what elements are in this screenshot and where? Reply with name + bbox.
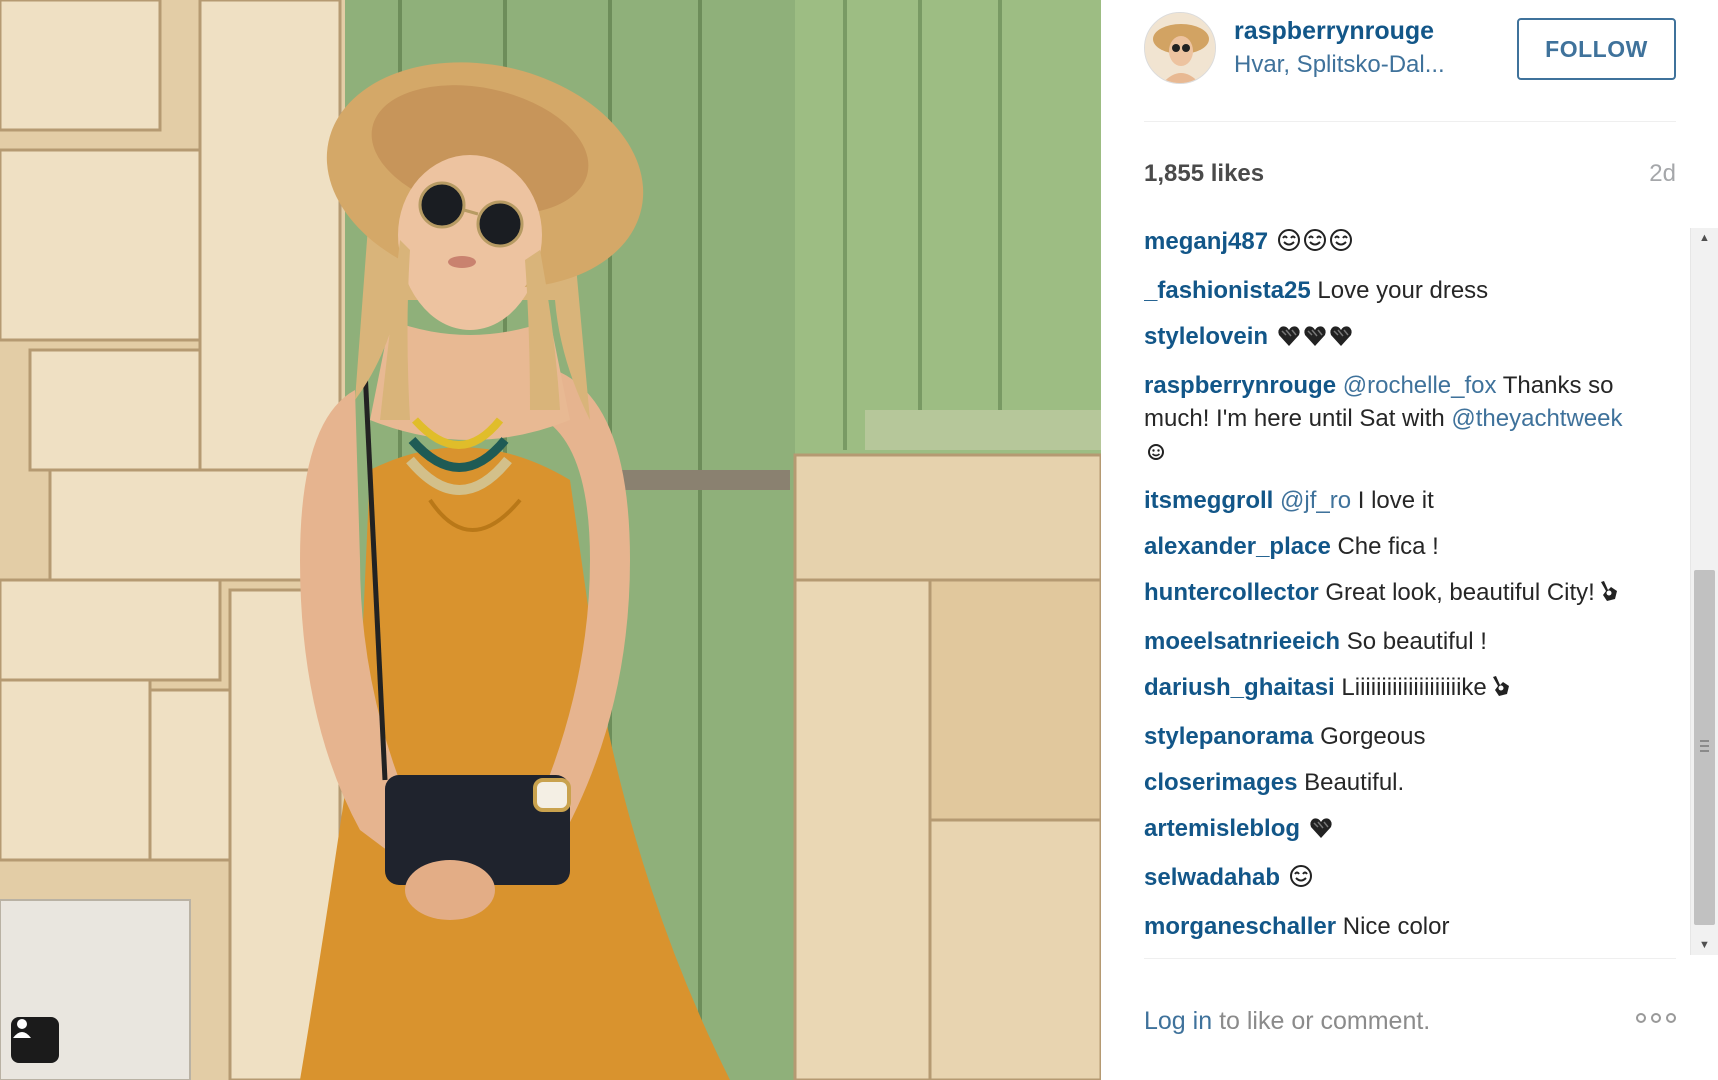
user-tag-button[interactable] bbox=[11, 1017, 59, 1063]
comment-item: _fashionista25 Love your dress bbox=[1144, 274, 1644, 307]
comments-scrollbar[interactable]: ▲ ▼ bbox=[1690, 228, 1718, 955]
comment-username[interactable]: dariush_ghaitasi bbox=[1144, 674, 1335, 701]
ok-hand-emoji bbox=[1597, 579, 1619, 612]
dot bbox=[1636, 1013, 1646, 1023]
dot bbox=[1666, 1013, 1676, 1023]
comment-username[interactable]: alexander_place bbox=[1144, 533, 1331, 560]
login-link[interactable]: Log in bbox=[1144, 1007, 1212, 1035]
comment-username[interactable]: raspberrynrouge bbox=[1144, 372, 1336, 399]
comment-text: Great look, beautiful City! bbox=[1325, 579, 1595, 606]
follow-button[interactable]: FOLLOW bbox=[1517, 18, 1676, 80]
grip-icon bbox=[1700, 740, 1709, 752]
post-username[interactable]: raspberrynrouge bbox=[1234, 17, 1434, 46]
comment-item: itsmeggroll @jf_ro I love it bbox=[1144, 484, 1644, 517]
login-prompt-text: to like or comment. bbox=[1212, 1007, 1431, 1035]
comment-item: stylelovein bbox=[1144, 320, 1644, 356]
comment-username[interactable]: _fashionista25 bbox=[1144, 277, 1311, 304]
post-side-panel: raspberrynrouge Hvar, Splitsko-Dal... FO… bbox=[1101, 0, 1718, 1080]
smile-eyes-emoji bbox=[1289, 864, 1313, 897]
avatar[interactable] bbox=[1144, 12, 1216, 84]
ellipsis-icon[interactable] bbox=[1636, 1013, 1676, 1023]
smiley-emoji bbox=[1146, 438, 1166, 471]
comment-item: raspberrynrouge @rochelle_fox Thanks so … bbox=[1144, 369, 1644, 471]
comment-username[interactable]: stylepanorama bbox=[1144, 723, 1313, 750]
smile-eyes-emoji bbox=[1303, 228, 1327, 261]
instagram-post: raspberrynrouge Hvar, Splitsko-Dal... FO… bbox=[0, 0, 1718, 1080]
comment-item: stylepanorama Gorgeous bbox=[1144, 720, 1644, 753]
comment-item: dariush_ghaitasi Liiiiiiiiiiiiiiiiiiiike bbox=[1144, 671, 1644, 707]
comment-item: meganj487 bbox=[1144, 225, 1644, 261]
black-heart-emoji bbox=[1303, 323, 1327, 356]
post-location[interactable]: Hvar, Splitsko-Dal... bbox=[1234, 51, 1445, 79]
post-photo bbox=[0, 0, 1101, 1080]
comment-text: Che fica ! bbox=[1337, 533, 1439, 560]
comment-text: Gorgeous bbox=[1320, 723, 1426, 750]
comment-text: Liiiiiiiiiiiiiiiiiiiike bbox=[1341, 674, 1487, 701]
comment-username[interactable]: stylelovein bbox=[1144, 323, 1268, 350]
post-time-ago[interactable]: 2d bbox=[1649, 160, 1676, 188]
black-heart-emoji bbox=[1329, 323, 1353, 356]
comment-username[interactable]: meganj487 bbox=[1144, 228, 1268, 255]
comment-username[interactable]: huntercollector bbox=[1144, 579, 1319, 606]
scroll-thumb[interactable] bbox=[1694, 570, 1715, 925]
comment-mention[interactable]: @theyachtweek bbox=[1451, 405, 1622, 432]
ok-hand-emoji bbox=[1489, 674, 1511, 707]
post-header: raspberrynrouge Hvar, Splitsko-Dal... FO… bbox=[1144, 12, 1676, 122]
comment-username[interactable]: closerimages bbox=[1144, 769, 1297, 796]
comment-text: So beautiful ! bbox=[1346, 628, 1487, 655]
scroll-up-arrow-icon[interactable]: ▲ bbox=[1691, 228, 1718, 248]
comment-mention[interactable]: @jf_ro bbox=[1280, 487, 1351, 514]
post-footer: Log in to like or comment. bbox=[1144, 958, 1676, 1043]
smile-eyes-emoji bbox=[1277, 228, 1301, 261]
dot bbox=[1651, 1013, 1661, 1023]
comment-text: Beautiful. bbox=[1304, 769, 1405, 796]
comment-text: Love your dress bbox=[1317, 277, 1489, 304]
comment-text: I love it bbox=[1357, 487, 1434, 514]
comment-item: morganeschaller Nice color bbox=[1144, 910, 1644, 943]
comment-item: selwadahab bbox=[1144, 861, 1644, 897]
black-heart-emoji bbox=[1309, 815, 1333, 848]
photo-illustration bbox=[0, 0, 1101, 1080]
comments-list[interactable]: meganj487 _fashionista25 Love your dress… bbox=[1144, 225, 1644, 957]
comment-username[interactable]: selwadahab bbox=[1144, 864, 1280, 891]
comment-item: artemisleblog bbox=[1144, 812, 1644, 848]
login-prompt: Log in to like or comment. bbox=[1144, 1007, 1430, 1036]
scroll-down-arrow-icon[interactable]: ▼ bbox=[1691, 935, 1718, 955]
post-stats: 1,855 likes 2d bbox=[1144, 160, 1676, 192]
comment-text: Nice color bbox=[1342, 913, 1450, 940]
comment-item: moeelsatnrieeich So beautiful ! bbox=[1144, 625, 1644, 658]
likes-count: 1,855 likes bbox=[1144, 160, 1265, 187]
smile-eyes-emoji bbox=[1329, 228, 1353, 261]
comment-item: huntercollector Great look, beautiful Ci… bbox=[1144, 576, 1644, 612]
comment-username[interactable]: moeelsatnrieeich bbox=[1144, 628, 1340, 655]
comment-username[interactable]: artemisleblog bbox=[1144, 815, 1300, 842]
comment-username[interactable]: morganeschaller bbox=[1144, 913, 1336, 940]
black-heart-emoji bbox=[1277, 323, 1301, 356]
comment-item: alexander_place Che fica ! bbox=[1144, 530, 1644, 563]
comment-item: closerimages Beautiful. bbox=[1144, 766, 1644, 799]
comment-mention[interactable]: @rochelle_fox bbox=[1343, 372, 1497, 399]
comment-username[interactable]: itsmeggroll bbox=[1144, 487, 1273, 514]
